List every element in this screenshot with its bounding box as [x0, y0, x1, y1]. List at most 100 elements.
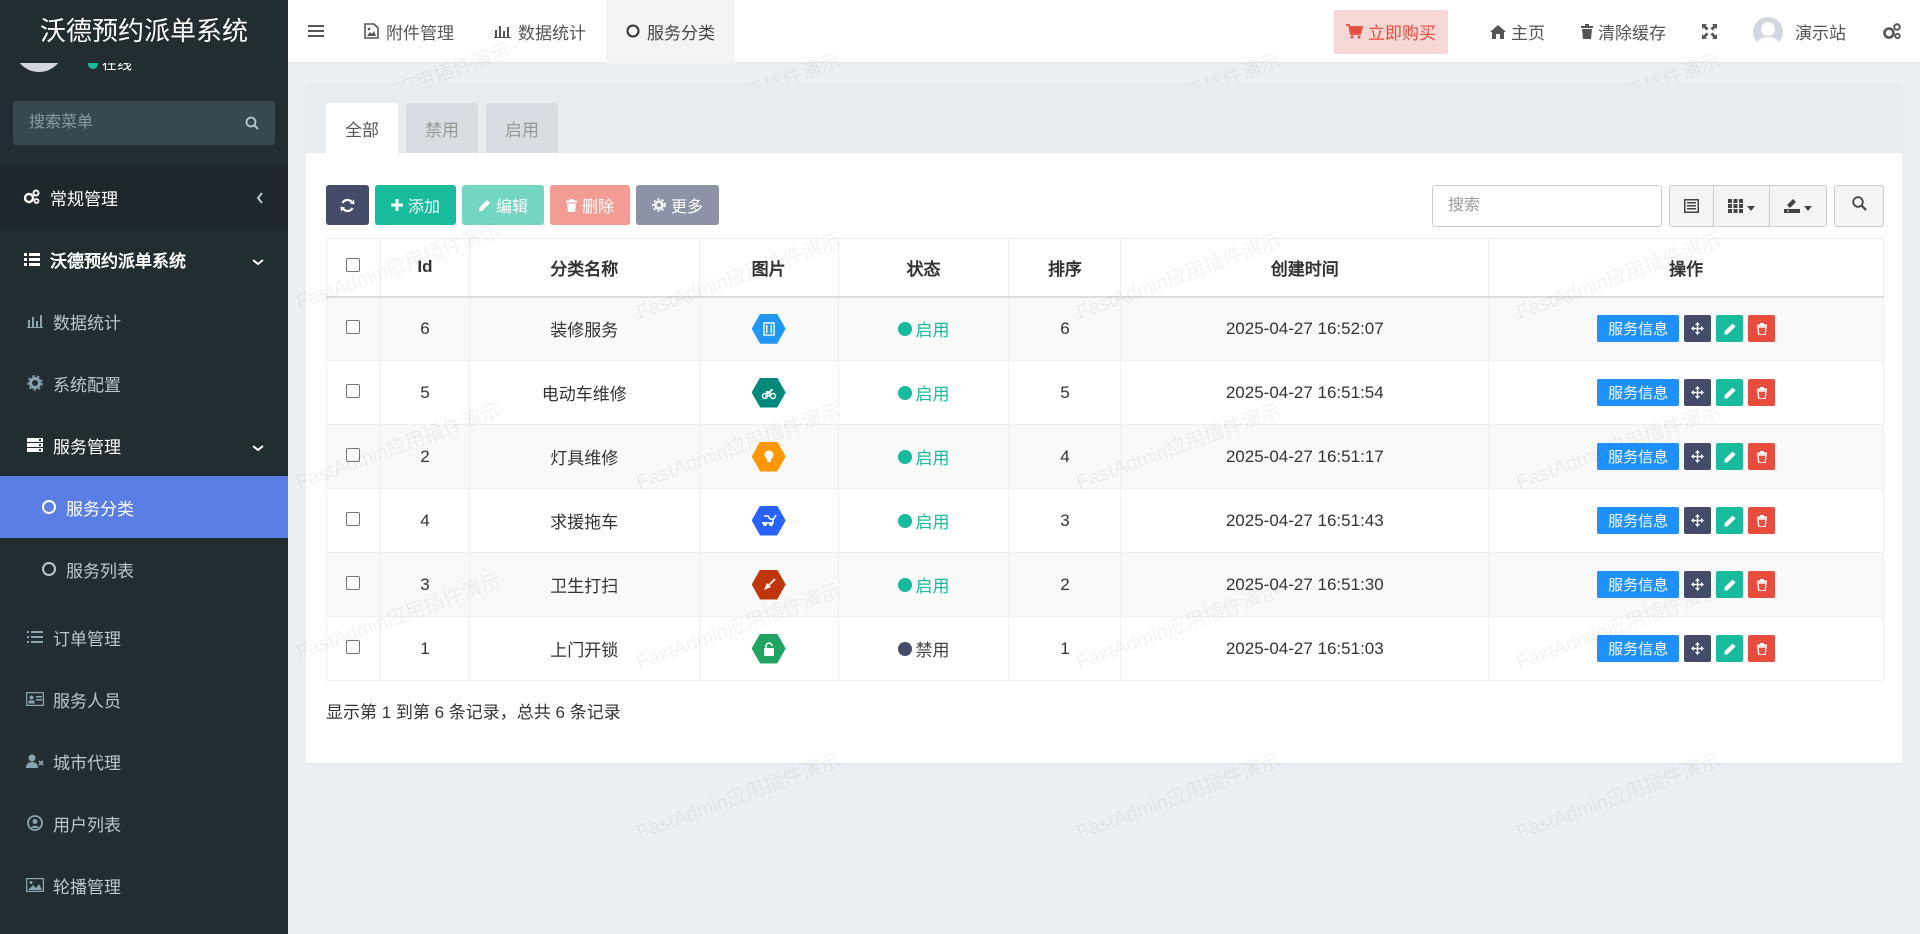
move-icon[interactable] [1684, 443, 1712, 470]
sidebar-item-service-mgmt[interactable]: 服务管理 [0, 414, 288, 476]
move-icon[interactable] [1684, 315, 1712, 343]
search-button[interactable] [1834, 185, 1884, 227]
sidebar-item-service-list[interactable]: 服务列表 [0, 538, 288, 600]
status-badge[interactable]: 启用 [897, 572, 950, 597]
table-row: 5 电动车维修 启用 5 2025-04-27 16:51:54 服务信息 [326, 360, 1884, 425]
trash-icon[interactable] [1748, 379, 1776, 406]
sidebar-item-orders[interactable]: 订单管理 [0, 606, 288, 668]
service-info-button[interactable]: 服务信息 [1597, 571, 1680, 598]
broom-icon[interactable] [751, 569, 786, 600]
sidebar-menu: 常规管理 沃德预约派单系统 数据统计 系统配置 服务管理 服务分类 服务列表 订… [0, 166, 288, 916]
trash-icon[interactable] [1748, 635, 1776, 662]
sidebar-item-users[interactable]: 用户列表 [0, 792, 288, 854]
building-icon[interactable] [751, 313, 786, 344]
trash-icon[interactable] [1748, 315, 1776, 343]
home-link[interactable]: 主页 [1472, 0, 1563, 63]
refresh-button[interactable] [326, 185, 369, 225]
chevron-down-icon [252, 251, 264, 271]
menu-toggle-icon[interactable] [288, 0, 344, 63]
lock-icon[interactable] [751, 633, 786, 664]
columns-toggle-button[interactable] [1714, 186, 1770, 226]
pencil-icon[interactable] [1716, 571, 1744, 598]
tab-enabled[interactable]: 启用 [486, 103, 558, 153]
sidebar-item-banner[interactable]: 轮播管理 [0, 854, 288, 916]
service-info-button[interactable]: 服务信息 [1597, 635, 1680, 662]
pencil-icon[interactable] [1716, 635, 1744, 662]
user-circle-icon [25, 815, 45, 831]
category-table: Id 分类名称 图片 状态 排序 创建时间 操作 6 装修服务 启用 6 2025-04… [326, 238, 1884, 681]
service-info-button[interactable]: 服务信息 [1597, 315, 1680, 343]
bulb-icon[interactable] [751, 441, 786, 472]
export-button[interactable] [1770, 186, 1826, 226]
app-title[interactable]: 沃德预约派单系统 [0, 0, 288, 63]
sidebar-item-staff[interactable]: 服务人员 [0, 668, 288, 730]
sidebar-item-city-agent[interactable]: 城市代理 [0, 730, 288, 792]
trash-icon[interactable] [1748, 507, 1776, 534]
pencil-icon[interactable] [1716, 379, 1744, 406]
add-button[interactable]: 添加 [375, 185, 457, 225]
cell-created: 2025-04-27 16:52:07 [1120, 296, 1490, 361]
col-id[interactable]: Id [379, 238, 470, 298]
status-badge[interactable]: 启用 [897, 380, 950, 405]
col-status[interactable]: 状态 [837, 238, 1010, 298]
service-info-button[interactable]: 服务信息 [1597, 443, 1680, 470]
col-image[interactable]: 图片 [698, 238, 839, 298]
edit-button[interactable]: 编辑 [462, 185, 545, 225]
move-icon[interactable] [1684, 507, 1712, 534]
col-sort[interactable]: 排序 [1008, 238, 1122, 298]
cell-created: 2025-04-27 16:51:43 [1120, 488, 1490, 553]
move-icon[interactable] [1684, 379, 1712, 406]
pencil-icon[interactable] [1716, 507, 1744, 534]
search-icon[interactable] [245, 115, 259, 135]
table-view-icon[interactable] [1670, 186, 1714, 226]
row-checkbox[interactable] [346, 511, 361, 526]
buy-now-button[interactable]: 立即购买 [1334, 9, 1448, 54]
select-all-checkbox[interactable] [346, 258, 361, 273]
move-icon[interactable] [1684, 571, 1712, 598]
sidebar-item-service-category[interactable]: 服务分类 [0, 476, 288, 538]
tab-attachments[interactable]: 附件管理 [344, 0, 474, 63]
row-checkbox[interactable] [346, 383, 361, 398]
col-created[interactable]: 创建时间 [1120, 238, 1490, 298]
settings-icon[interactable] [1864, 0, 1920, 63]
service-info-button[interactable]: 服务信息 [1597, 379, 1680, 406]
row-select-cell [326, 360, 381, 425]
row-checkbox[interactable] [346, 319, 361, 334]
status-badge[interactable]: 启用 [897, 508, 950, 533]
tab-service-category[interactable]: 服务分类 [606, 0, 735, 63]
sidebar-item-stats[interactable]: 数据统计 [0, 290, 288, 352]
user-menu[interactable]: 演示站 [1735, 0, 1864, 63]
status-badge[interactable]: 禁用 [897, 636, 950, 661]
tab-disabled[interactable]: 禁用 [406, 103, 478, 153]
tab-stats[interactable]: 数据统计 [474, 0, 606, 63]
more-button[interactable]: 更多 [636, 185, 720, 225]
cell-sort: 6 [1008, 296, 1122, 361]
trash-icon[interactable] [1748, 571, 1776, 598]
status-badge[interactable]: 启用 [897, 316, 950, 341]
tab-all[interactable]: 全部 [326, 103, 398, 153]
scooter-icon[interactable] [751, 377, 786, 408]
service-info-button[interactable]: 服务信息 [1597, 507, 1680, 534]
delete-button[interactable]: 删除 [550, 185, 631, 225]
table-search-input[interactable] [1432, 185, 1662, 227]
clear-cache-link[interactable]: 清除缓存 [1563, 0, 1684, 63]
menu-search-input[interactable] [13, 101, 275, 145]
row-select-cell [326, 616, 381, 681]
pencil-icon[interactable] [1716, 443, 1744, 470]
fullscreen-icon[interactable] [1684, 0, 1735, 63]
cell-actions: 服务信息 [1488, 296, 1884, 361]
status-badge[interactable]: 启用 [897, 444, 950, 469]
row-checkbox[interactable] [346, 447, 361, 462]
col-actions: 操作 [1488, 238, 1884, 298]
sidebar-item-config[interactable]: 系统配置 [0, 352, 288, 414]
sidebar-item-system[interactable]: 沃德预约派单系统 [0, 228, 288, 290]
row-checkbox[interactable] [346, 575, 361, 590]
row-checkbox[interactable] [346, 639, 361, 654]
sidebar-item-general[interactable]: 常规管理 [0, 166, 288, 228]
trash-icon[interactable] [1748, 443, 1776, 470]
pencil-icon[interactable] [1716, 315, 1744, 343]
move-icon[interactable] [1684, 635, 1712, 662]
menu-search[interactable] [13, 101, 275, 145]
col-name[interactable]: 分类名称 [468, 238, 700, 298]
tow-truck-icon[interactable] [751, 505, 786, 536]
